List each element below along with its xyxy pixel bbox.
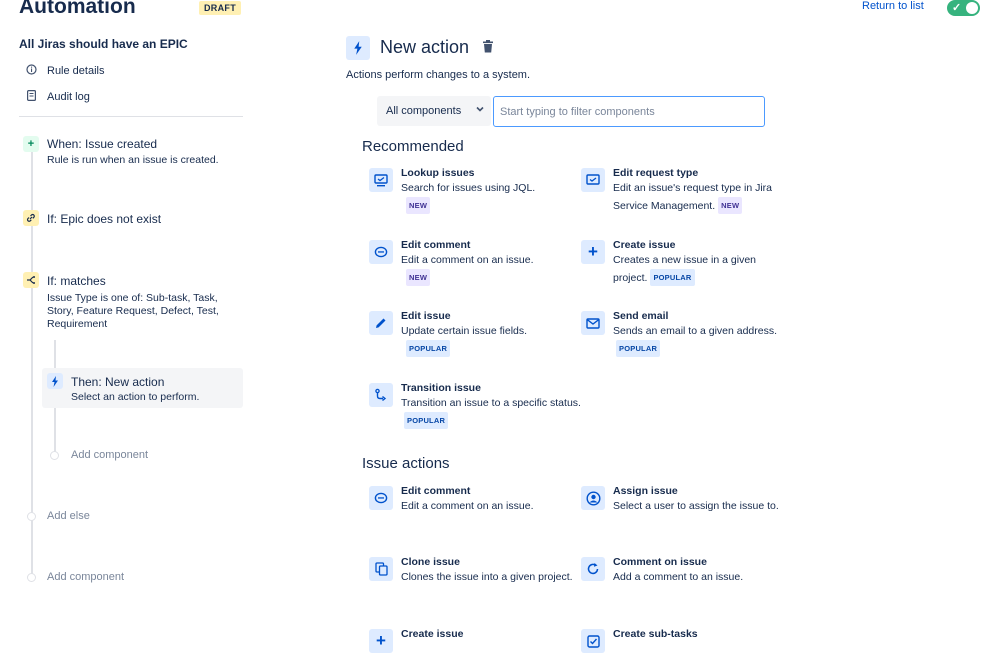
new-badge: NEW <box>406 196 431 214</box>
card-description: Edit a comment on an issue. NEW <box>401 253 581 286</box>
checklist-icon <box>581 629 605 653</box>
draft-badge: DRAFT <box>199 1 241 15</box>
card-description: Update certain issue fields. POPULAR <box>401 324 581 357</box>
return-to-list-link[interactable]: Return to list <box>862 0 924 12</box>
card-description: Clones the issue into a given project. <box>401 571 573 583</box>
rule-name: All Jiras should have an EPIC <box>19 37 188 51</box>
step-condition-matches-subtitle: Issue Type is one of: Sub-task, Task, St… <box>47 292 219 330</box>
branch-icon <box>23 272 39 288</box>
card-description: Edit a comment on an issue. <box>401 500 534 512</box>
card-title: Send email <box>613 310 669 322</box>
comment-icon <box>369 486 393 510</box>
trash-icon[interactable] <box>482 40 494 56</box>
bolt-icon <box>47 373 63 389</box>
pencil-icon <box>369 311 393 335</box>
comment-icon <box>369 240 393 264</box>
request-type-icon <box>581 168 605 192</box>
filter-components-placeholder: Start typing to filter components <box>500 105 655 118</box>
card-title: Create sub-tasks <box>613 628 698 640</box>
recommended-heading: Recommended <box>362 138 464 155</box>
monitor-icon <box>369 168 393 192</box>
link-icon <box>23 210 39 226</box>
card-description: Add a comment to an issue. <box>613 571 744 583</box>
step-trigger-title[interactable]: When: Issue created <box>47 137 157 151</box>
card-title: Clone issue <box>401 556 460 568</box>
card-title: Create issue <box>613 239 676 251</box>
card-title: Transition issue <box>401 382 481 394</box>
step-condition-epic[interactable] <box>23 210 39 226</box>
copy-icon <box>369 557 393 581</box>
card-title: Create issue <box>401 628 464 640</box>
card-title: Comment on issue <box>613 556 707 568</box>
rule-enabled-toggle[interactable]: ✓ <box>947 0 980 16</box>
sidebar-divider <box>19 116 243 117</box>
add-component-outer-link[interactable]: Add component <box>47 571 124 583</box>
card-title: Edit issue <box>401 310 451 322</box>
issue-actions-heading: Issue actions <box>362 455 450 472</box>
check-icon: ✓ <box>952 2 962 14</box>
card-title: Edit comment <box>401 485 471 497</box>
card-description: Search for issues using JQL. NEW <box>401 181 581 214</box>
card-description: Creates a new issue in a given project. P… <box>613 253 793 286</box>
info-icon <box>26 64 37 78</box>
page-title: Automation <box>19 0 136 18</box>
popular-badge: POPULAR <box>650 268 695 286</box>
popular-badge: POPULAR <box>406 339 451 357</box>
rule-details-link[interactable]: Rule details <box>26 64 104 78</box>
step-action-subtitle: Select an action to perform. <box>71 391 200 403</box>
step-condition-matches-title[interactable]: If: matches <box>47 274 106 288</box>
plus-icon: + <box>581 240 605 264</box>
popular-badge: POPULAR <box>616 339 661 357</box>
document-icon <box>26 90 37 104</box>
card-title: Edit request type <box>613 167 699 179</box>
step-trigger[interactable]: + <box>23 136 39 152</box>
add-else-dot <box>27 512 36 521</box>
plus-icon: + <box>369 629 393 653</box>
component-type-select-value: All components <box>386 105 462 117</box>
add-component-outer-dot <box>27 573 36 582</box>
step-condition-matches[interactable] <box>23 272 39 288</box>
refresh-icon <box>581 557 605 581</box>
rule-details-label: Rule details <box>47 65 105 77</box>
card-description: Transition an issue to a specific status… <box>401 396 581 429</box>
card-description: Sends an email to a given address.POPULA… <box>613 324 793 357</box>
bolt-icon <box>346 36 370 60</box>
card-description: Edit an issue's request type in Jira Ser… <box>613 181 793 214</box>
audit-log-link[interactable]: Audit log <box>26 90 90 104</box>
step-action-title[interactable]: Then: New action <box>71 375 164 389</box>
plus-icon: + <box>23 136 39 152</box>
add-component-inner-dot <box>50 451 59 460</box>
card-title: Assign issue <box>613 485 678 497</box>
card-description: Select a user to assign the issue to. <box>613 500 779 512</box>
transition-icon <box>369 383 393 407</box>
card-title: Edit comment <box>401 239 471 251</box>
card-title: Lookup issues <box>401 167 475 179</box>
component-type-select[interactable]: All components <box>377 96 491 126</box>
filter-components-input[interactable]: Start typing to filter components <box>493 96 765 127</box>
toggle-knob <box>966 2 978 14</box>
new-badge: NEW <box>406 268 431 286</box>
add-else-link[interactable]: Add else <box>47 510 90 522</box>
step-condition-epic-title[interactable]: If: Epic does not exist <box>47 212 161 226</box>
add-component-inner-link[interactable]: Add component <box>71 449 148 461</box>
action-title: New action <box>380 37 470 57</box>
email-icon <box>581 311 605 335</box>
audit-log-label: Audit log <box>47 91 90 103</box>
user-icon <box>581 486 605 510</box>
action-description: Actions perform changes to a system. <box>346 69 531 81</box>
new-badge: NEW <box>718 196 743 214</box>
step-trigger-subtitle: Rule is run when an issue is created. <box>47 154 219 166</box>
step-action-icon-wrap <box>47 373 63 389</box>
chevron-down-icon <box>475 104 485 117</box>
popular-badge: POPULAR <box>404 411 449 429</box>
